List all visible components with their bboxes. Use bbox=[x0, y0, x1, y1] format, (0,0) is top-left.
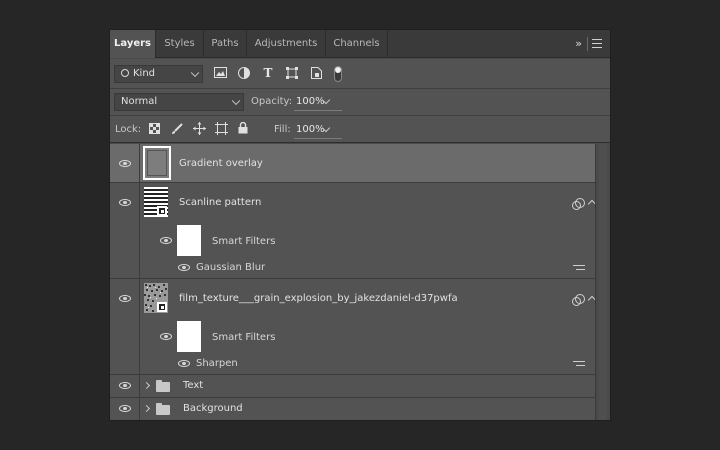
folder-icon bbox=[156, 380, 170, 392]
smart-object-filter-icon[interactable] bbox=[309, 67, 323, 81]
layer-name[interactable]: Text bbox=[183, 380, 203, 391]
fill-value[interactable]: 100% bbox=[296, 124, 325, 135]
eye-icon[interactable] bbox=[119, 382, 131, 389]
double-chevron-right-icon[interactable]: » bbox=[575, 30, 582, 58]
visibility-column bbox=[110, 183, 140, 278]
tab-styles[interactable]: Styles bbox=[156, 30, 204, 58]
opacity-label: Opacity: bbox=[251, 96, 293, 107]
smart-filter-mask-thumbnail[interactable] bbox=[177, 321, 201, 352]
hamburger-menu-icon[interactable] bbox=[592, 39, 602, 48]
chevron-right-icon[interactable] bbox=[142, 404, 151, 413]
visibility-column bbox=[110, 144, 140, 182]
blend-mode-value: Normal bbox=[121, 96, 158, 107]
smart-filter-mask-thumbnail[interactable] bbox=[177, 225, 201, 256]
layer-row-background-group[interactable]: Background bbox=[110, 398, 597, 420]
layer-name[interactable]: Background bbox=[183, 403, 243, 414]
eye-icon[interactable] bbox=[119, 160, 131, 167]
fill-underline bbox=[294, 138, 342, 139]
filter-kind-dropdown[interactable]: Kind bbox=[114, 65, 203, 83]
fill-label: Fill: bbox=[274, 124, 291, 135]
layer-name[interactable]: Scanline pattern bbox=[179, 197, 261, 208]
layers-scrollbar[interactable] bbox=[595, 144, 610, 420]
blend-row: Normal Opacity: 100% bbox=[110, 89, 610, 116]
lock-transparent-pixels-icon[interactable] bbox=[148, 123, 160, 135]
tab-paths[interactable]: Paths bbox=[204, 30, 247, 58]
opacity-underline bbox=[294, 110, 342, 111]
filter-toggle-icon[interactable] bbox=[333, 66, 343, 82]
layer-row-gradient-overlay[interactable]: Gradient overlay bbox=[110, 144, 597, 183]
lock-all-icon[interactable] bbox=[237, 121, 249, 135]
smart-filters-label[interactable]: Smart Filters bbox=[212, 332, 275, 343]
filter-name[interactable]: Gaussian Blur bbox=[196, 262, 265, 273]
filter-kind-label: Kind bbox=[133, 68, 156, 79]
lock-position-icon[interactable] bbox=[192, 122, 206, 136]
image-filter-icon[interactable] bbox=[213, 67, 227, 81]
layers-list: Gradient overlay Scanline pattern Smart … bbox=[110, 144, 610, 420]
layer-thumbnail[interactable] bbox=[143, 146, 171, 180]
folder-icon bbox=[156, 403, 170, 415]
filter-name[interactable]: Sharpen bbox=[196, 358, 238, 369]
eye-icon[interactable] bbox=[160, 333, 172, 340]
visibility-column bbox=[110, 279, 140, 374]
lock-artboard-icon[interactable] bbox=[214, 122, 228, 136]
filter-blending-options-icon[interactable] bbox=[573, 265, 585, 274]
tab-channels[interactable]: Channels bbox=[326, 30, 388, 58]
eye-icon[interactable] bbox=[119, 199, 131, 206]
chevron-right-icon[interactable] bbox=[142, 381, 151, 390]
fill-chevron-down-icon[interactable] bbox=[321, 123, 331, 133]
lock-image-pixels-icon[interactable] bbox=[170, 123, 183, 136]
type-filter-icon[interactable]: T bbox=[261, 66, 275, 80]
layer-name[interactable]: Gradient overlay bbox=[179, 158, 263, 169]
eye-icon[interactable] bbox=[178, 264, 190, 271]
smart-filters-label[interactable]: Smart Filters bbox=[212, 236, 275, 247]
filter-blending-options-icon[interactable] bbox=[573, 361, 585, 370]
tab-layers[interactable]: Layers bbox=[110, 30, 156, 58]
filter-row: Kind T bbox=[110, 59, 610, 89]
layer-thumbnail[interactable] bbox=[144, 187, 168, 217]
smart-filter-options-icon[interactable] bbox=[572, 294, 585, 306]
layer-row-text-group[interactable]: Text bbox=[110, 375, 597, 398]
lock-row: Lock: Fill: 100% bbox=[110, 116, 610, 143]
lock-label: Lock: bbox=[115, 124, 142, 135]
layer-name[interactable]: film_texture___grain_explosion_by_jakezd… bbox=[179, 293, 458, 304]
eye-icon[interactable] bbox=[160, 237, 172, 244]
search-icon bbox=[121, 69, 129, 77]
layer-thumbnail[interactable] bbox=[144, 283, 168, 313]
visibility-column bbox=[110, 375, 140, 397]
opacity-value[interactable]: 100% bbox=[296, 96, 325, 107]
scrollbar-thumb[interactable] bbox=[599, 144, 607, 420]
blend-mode-dropdown[interactable]: Normal bbox=[114, 93, 244, 111]
layer-row-film-texture[interactable]: film_texture___grain_explosion_by_jakezd… bbox=[110, 279, 597, 375]
opacity-chevron-down-icon[interactable] bbox=[321, 95, 331, 105]
shape-filter-icon[interactable] bbox=[285, 67, 299, 81]
adjustment-filter-icon[interactable] bbox=[237, 67, 251, 81]
visibility-column bbox=[110, 398, 140, 420]
layer-row-scanline-pattern[interactable]: Scanline pattern Smart Filters Gaussian … bbox=[110, 183, 597, 279]
smart-filter-options-icon[interactable] bbox=[572, 198, 585, 210]
layers-panel: Layers Styles Paths Adjustments Channels… bbox=[109, 29, 611, 421]
panel-tab-bar: Layers Styles Paths Adjustments Channels… bbox=[110, 30, 610, 58]
tab-adjustments[interactable]: Adjustments bbox=[247, 30, 326, 58]
eye-icon[interactable] bbox=[119, 405, 131, 412]
tabbar-divider bbox=[587, 37, 588, 51]
eye-icon[interactable] bbox=[178, 360, 190, 367]
eye-icon[interactable] bbox=[119, 295, 131, 302]
